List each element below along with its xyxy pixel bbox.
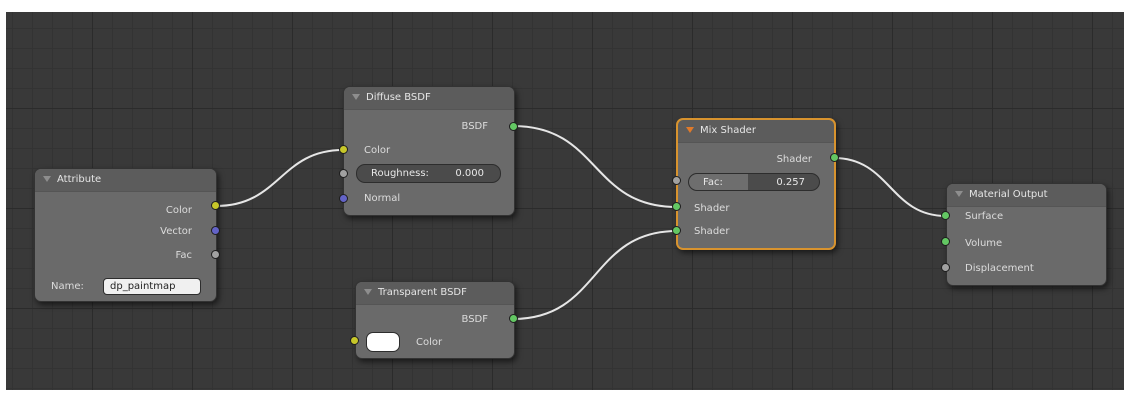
input-surface-label: Surface bbox=[965, 211, 1004, 222]
roughness-label: Roughness: bbox=[371, 168, 429, 179]
attribute-vector-output-socket[interactable] bbox=[211, 226, 220, 235]
roughness-value: 0.000 bbox=[455, 168, 484, 179]
diffuse-bsdf-node-header[interactable]: Diffuse BSDF bbox=[344, 87, 514, 110]
mix-fac-input-socket[interactable] bbox=[672, 176, 681, 185]
input-color-label: Color bbox=[416, 337, 443, 348]
attribute-node-header[interactable]: Attribute bbox=[35, 169, 216, 192]
surface-input-socket[interactable] bbox=[941, 211, 950, 220]
mix-shader-output-socket[interactable] bbox=[830, 153, 839, 162]
input-color-label: Color bbox=[364, 145, 391, 156]
mix-shader2-input-socket[interactable] bbox=[672, 226, 681, 235]
fac-slider[interactable]: Fac: 0.257 bbox=[688, 173, 820, 191]
collapse-triangle-icon[interactable] bbox=[352, 94, 360, 100]
output-fac-label: Fac bbox=[175, 250, 192, 261]
roughness-field[interactable]: Roughness: 0.000 bbox=[356, 164, 501, 183]
diffuse-bsdf-output-socket[interactable] bbox=[509, 122, 518, 131]
output-vector-label: Vector bbox=[160, 226, 192, 237]
name-label: Name: bbox=[51, 281, 84, 292]
transparent-bsdf-node-header[interactable]: Transparent BSDF bbox=[356, 282, 514, 305]
node-title: Transparent BSDF bbox=[378, 287, 467, 298]
diffuse-normal-input-socket[interactable] bbox=[339, 194, 348, 203]
input-displacement-label: Displacement bbox=[965, 263, 1034, 274]
volume-input-socket[interactable] bbox=[941, 237, 950, 246]
output-shader-label: Shader bbox=[776, 154, 812, 165]
node-title: Mix Shader bbox=[700, 125, 756, 136]
output-bsdf-label: BSDF bbox=[461, 121, 488, 132]
mix-shader-node-header[interactable]: Mix Shader bbox=[678, 120, 834, 143]
node-title: Diffuse BSDF bbox=[366, 92, 431, 103]
attribute-name-field[interactable]: dp_paintmap bbox=[103, 278, 201, 295]
displacement-input-socket[interactable] bbox=[941, 263, 950, 272]
diffuse-bsdf-node[interactable]: Diffuse BSDF BSDF Color Roughness: 0.000… bbox=[343, 86, 515, 216]
collapse-triangle-icon[interactable] bbox=[955, 191, 963, 197]
transparent-color-input-socket[interactable] bbox=[350, 336, 359, 345]
transparent-bsdf-output-socket[interactable] bbox=[509, 314, 518, 323]
input-shader2-label: Shader bbox=[694, 226, 730, 237]
mix-shader1-input-socket[interactable] bbox=[672, 202, 681, 211]
collapse-triangle-icon[interactable] bbox=[364, 289, 372, 295]
collapse-triangle-icon[interactable] bbox=[43, 176, 51, 182]
node-title: Attribute bbox=[57, 174, 102, 185]
fac-label: Fac: bbox=[703, 177, 723, 188]
mix-shader-node[interactable]: Mix Shader Shader Fac: 0.257 Shader Shad… bbox=[676, 118, 836, 250]
attribute-color-output-socket[interactable] bbox=[211, 201, 220, 210]
material-output-node[interactable]: Material Output Surface Volume Displacem… bbox=[946, 183, 1107, 286]
output-color-label: Color bbox=[165, 205, 192, 216]
input-volume-label: Volume bbox=[965, 238, 1003, 249]
diffuse-color-input-socket[interactable] bbox=[339, 145, 348, 154]
attribute-fac-output-socket[interactable] bbox=[211, 250, 220, 259]
material-output-node-header[interactable]: Material Output bbox=[947, 184, 1106, 207]
transparent-color-swatch[interactable] bbox=[366, 332, 400, 352]
output-bsdf-label: BSDF bbox=[461, 314, 488, 325]
diffuse-roughness-input-socket[interactable] bbox=[339, 169, 348, 178]
fac-value: 0.257 bbox=[776, 177, 805, 188]
transparent-bsdf-node[interactable]: Transparent BSDF BSDF Color bbox=[355, 281, 515, 359]
attribute-node[interactable]: Attribute Color Vector Fac Name: dp_pain… bbox=[34, 168, 217, 302]
node-title: Material Output bbox=[969, 189, 1048, 200]
collapse-triangle-icon[interactable] bbox=[686, 127, 694, 133]
input-normal-label: Normal bbox=[364, 193, 401, 204]
input-shader1-label: Shader bbox=[694, 203, 730, 214]
